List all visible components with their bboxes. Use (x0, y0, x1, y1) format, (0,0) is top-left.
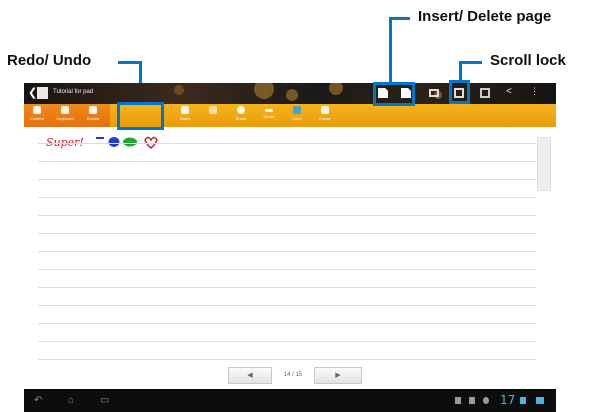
notebook-title: Tutorial for pad (53, 89, 94, 95)
page-scrollbar[interactable] (537, 137, 551, 191)
highlight-redo-undo (117, 102, 164, 130)
next-page-button[interactable]: ▶ (314, 367, 362, 384)
chevron-right-icon: ▶ (335, 372, 341, 379)
callout-line-scroll-v (459, 61, 462, 82)
home-icon[interactable]: ⌂ (68, 395, 74, 406)
tool-keyboard[interactable]: Keyboard (54, 106, 76, 126)
ruled-line (38, 269, 536, 270)
ruled-line (38, 341, 536, 342)
tool-insert[interactable]: Insert (174, 106, 196, 126)
color-icon (293, 106, 301, 114)
copy-icon[interactable] (480, 88, 490, 98)
sync-status-icon (483, 397, 489, 404)
notebook-thumbnail (37, 87, 48, 99)
ruled-line (38, 305, 536, 306)
view-mode-icon[interactable] (429, 89, 439, 97)
brush-icon (237, 106, 245, 114)
tool-plus[interactable] (202, 106, 224, 126)
battery-icon (536, 397, 544, 404)
highlight-scroll-lock (449, 80, 470, 104)
tool-brush[interactable]: Brush (230, 106, 252, 126)
tool-doodle[interactable]: Doodle (82, 106, 104, 126)
green-cloud-doodle (123, 137, 137, 147)
plus-icon (209, 106, 217, 114)
page-indicator: 14 / 15 (283, 372, 303, 378)
tablet-screen: ❮ Tutorial for pad < ⋮ Content Keyboard … (24, 83, 556, 412)
content-icon (33, 106, 41, 114)
wifi-icon (520, 397, 526, 404)
doodle-icon (89, 106, 97, 114)
blue-circle-doodle (108, 137, 120, 147)
ruled-line (38, 287, 536, 288)
eraser-icon (321, 106, 329, 114)
ruled-line (38, 161, 536, 162)
previous-page-button[interactable]: ◀ (228, 367, 272, 384)
page-navigator: ◀ 14 / 15 ▶ (228, 367, 362, 384)
chevron-left-icon: ◀ (247, 372, 253, 379)
ruled-line (38, 233, 536, 234)
callout-line-insert-v (389, 17, 392, 82)
callout-scroll-lock: Scroll lock (490, 52, 566, 69)
title-bar: ❮ Tutorial for pad < ⋮ (24, 83, 556, 104)
tool-stroke[interactable]: Stroke (258, 106, 280, 126)
callout-insert-delete-page: Insert/ Delete page (418, 8, 552, 25)
more-menu-icon[interactable]: ⋮ (530, 86, 540, 96)
keyboard-icon (61, 106, 69, 114)
ruled-line (38, 179, 536, 180)
handwriting-doodles: Super! (46, 136, 158, 149)
back-icon[interactable]: ❮ (28, 86, 37, 99)
status-clock: 17 (500, 393, 516, 407)
highlight-insert-delete-page (373, 82, 415, 106)
system-nav-bar: ↶ ⌂ ▭ 17 (24, 389, 556, 412)
ruled-line (38, 215, 536, 216)
insert-icon (181, 106, 189, 114)
callout-redo-undo: Redo/ Undo (7, 52, 92, 69)
ruled-line (38, 251, 536, 252)
screenshot-status-icon (469, 397, 475, 404)
callout-line-insert-h (389, 17, 410, 20)
tool-color[interactable]: Color (286, 106, 308, 126)
lock-status-icon (455, 397, 461, 404)
stroke-icon (265, 109, 273, 112)
back-nav-icon[interactable]: ↶ (34, 395, 42, 406)
tool-content[interactable]: Content (26, 106, 48, 126)
ruled-line (38, 197, 536, 198)
recent-apps-icon[interactable]: ▭ (100, 395, 109, 406)
callout-line-scroll-h (459, 61, 482, 64)
ruled-line (38, 323, 536, 324)
share-icon[interactable]: < (506, 86, 516, 97)
tool-eraser[interactable]: Eraser (314, 106, 336, 126)
note-page[interactable]: Super! (24, 127, 556, 389)
ruled-line (38, 143, 536, 144)
ruled-line (38, 359, 536, 360)
edit-toolbar: Content Keyboard Doodle Insert Brush Str… (24, 104, 556, 127)
